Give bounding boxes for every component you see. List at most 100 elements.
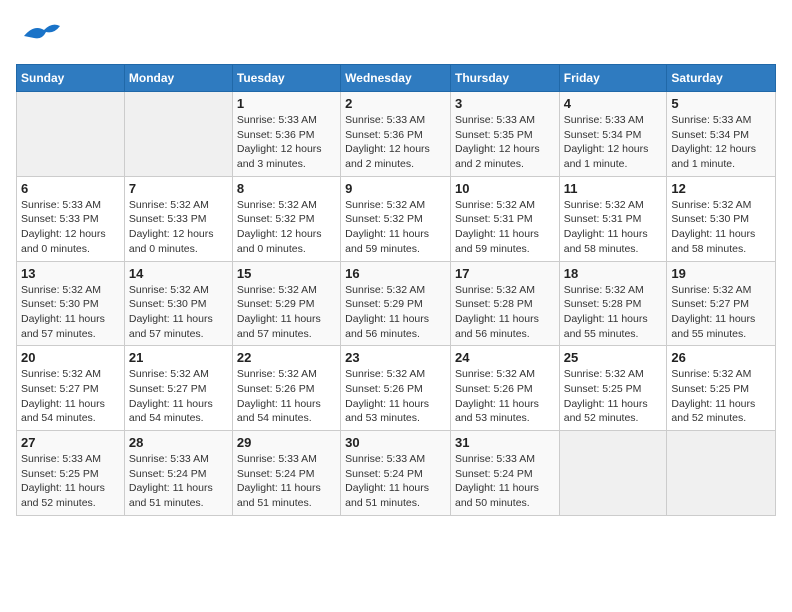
day-info: Sunrise: 5:33 AM Sunset: 5:35 PM Dayligh… (455, 113, 555, 172)
table-row: 24 Sunrise: 5:32 AM Sunset: 5:26 PM Dayli… (450, 346, 559, 431)
table-row: 22 Sunrise: 5:32 AM Sunset: 5:26 PM Dayli… (232, 346, 340, 431)
table-row: 19 Sunrise: 5:32 AM Sunset: 5:27 PM Dayli… (667, 261, 776, 346)
day-number: 30 (345, 435, 446, 450)
table-row: 29Sunrise: 5:33 AM Sunset: 5:24 PM Dayli… (232, 431, 340, 516)
day-info: Sunrise: 5:32 AM Sunset: 5:28 PM Dayligh… (455, 283, 555, 342)
col-saturday: Saturday (667, 65, 776, 92)
days-of-week-row: Sunday Monday Tuesday Wednesday Thursday… (17, 65, 776, 92)
day-info: Sunrise: 5:32 AM Sunset: 5:27 PM Dayligh… (671, 283, 771, 342)
day-info: Sunrise: 5:32 AM Sunset: 5:25 PM Dayligh… (671, 367, 771, 426)
day-number: 4 (564, 96, 663, 111)
day-info: Sunrise: 5:32 AM Sunset: 5:30 PM Dayligh… (21, 283, 120, 342)
table-row: 16 Sunrise: 5:32 AM Sunset: 5:29 PM Dayli… (341, 261, 451, 346)
day-number: 14 (129, 266, 228, 281)
day-number: 12 (671, 181, 771, 196)
table-row: 18 Sunrise: 5:32 AM Sunset: 5:28 PM Dayli… (559, 261, 667, 346)
day-number: 22 (237, 350, 336, 365)
col-sunday: Sunday (17, 65, 125, 92)
table-row: 20 Sunrise: 5:32 AM Sunset: 5:27 PM Dayli… (17, 346, 125, 431)
table-row: 3 Sunrise: 5:33 AM Sunset: 5:35 PM Daylig… (450, 92, 559, 177)
day-info: Sunrise: 5:32 AM Sunset: 5:26 PM Dayligh… (345, 367, 446, 426)
day-number: 19 (671, 266, 771, 281)
day-number: 1 (237, 96, 336, 111)
table-row: 6Sunrise: 5:33 AM Sunset: 5:33 PM Daylig… (17, 176, 125, 261)
day-info: Sunrise: 5:32 AM Sunset: 5:27 PM Dayligh… (129, 367, 228, 426)
week-row-4: 20 Sunrise: 5:32 AM Sunset: 5:27 PM Dayli… (17, 346, 776, 431)
page-header (16, 16, 776, 56)
day-number: 3 (455, 96, 555, 111)
table-row (559, 431, 667, 516)
day-number: 5 (671, 96, 771, 111)
table-row: 25Sunrise: 5:32 AM Sunset: 5:25 PM Dayli… (559, 346, 667, 431)
day-number: 24 (455, 350, 555, 365)
day-info: Sunrise: 5:33 AM Sunset: 5:24 PM Dayligh… (237, 452, 336, 511)
day-number: 8 (237, 181, 336, 196)
table-row: 8 Sunrise: 5:32 AM Sunset: 5:32 PM Daylig… (232, 176, 340, 261)
day-info: Sunrise: 5:33 AM Sunset: 5:34 PM Dayligh… (564, 113, 663, 172)
col-tuesday: Tuesday (232, 65, 340, 92)
calendar-header: Sunday Monday Tuesday Wednesday Thursday… (17, 65, 776, 92)
day-info: Sunrise: 5:32 AM Sunset: 5:30 PM Dayligh… (671, 198, 771, 257)
day-info: Sunrise: 5:33 AM Sunset: 5:36 PM Dayligh… (345, 113, 446, 172)
day-info: Sunrise: 5:32 AM Sunset: 5:27 PM Dayligh… (21, 367, 120, 426)
table-row: 23 Sunrise: 5:32 AM Sunset: 5:26 PM Dayli… (341, 346, 451, 431)
day-number: 18 (564, 266, 663, 281)
day-number: 9 (345, 181, 446, 196)
table-row: 5 Sunrise: 5:33 AM Sunset: 5:34 PM Daylig… (667, 92, 776, 177)
day-number: 11 (564, 181, 663, 196)
week-row-1: 1 Sunrise: 5:33 AM Sunset: 5:36 PM Daylig… (17, 92, 776, 177)
table-row (17, 92, 125, 177)
table-row: 13Sunrise: 5:32 AM Sunset: 5:30 PM Dayli… (17, 261, 125, 346)
day-info: Sunrise: 5:32 AM Sunset: 5:25 PM Dayligh… (564, 367, 663, 426)
table-row (124, 92, 232, 177)
day-number: 7 (129, 181, 228, 196)
table-row: 28 Sunrise: 5:33 AM Sunset: 5:24 PM Dayli… (124, 431, 232, 516)
col-friday: Friday (559, 65, 667, 92)
logo-icon (16, 16, 64, 56)
table-row: 27 Sunrise: 5:33 AM Sunset: 5:25 PM Dayli… (17, 431, 125, 516)
day-info: Sunrise: 5:32 AM Sunset: 5:33 PM Dayligh… (129, 198, 228, 257)
week-row-2: 6Sunrise: 5:33 AM Sunset: 5:33 PM Daylig… (17, 176, 776, 261)
table-row: 2 Sunrise: 5:33 AM Sunset: 5:36 PM Daylig… (341, 92, 451, 177)
day-info: Sunrise: 5:32 AM Sunset: 5:29 PM Dayligh… (345, 283, 446, 342)
logo (16, 16, 68, 56)
day-info: Sunrise: 5:32 AM Sunset: 5:32 PM Dayligh… (237, 198, 336, 257)
day-number: 16 (345, 266, 446, 281)
day-number: 23 (345, 350, 446, 365)
day-info: Sunrise: 5:32 AM Sunset: 5:26 PM Dayligh… (237, 367, 336, 426)
table-row: 31Sunrise: 5:33 AM Sunset: 5:24 PM Dayli… (450, 431, 559, 516)
day-number: 21 (129, 350, 228, 365)
table-row: 10 Sunrise: 5:32 AM Sunset: 5:31 PM Dayli… (450, 176, 559, 261)
day-info: Sunrise: 5:33 AM Sunset: 5:33 PM Dayligh… (21, 198, 120, 257)
day-info: Sunrise: 5:32 AM Sunset: 5:29 PM Dayligh… (237, 283, 336, 342)
day-info: Sunrise: 5:33 AM Sunset: 5:36 PM Dayligh… (237, 113, 336, 172)
day-info: Sunrise: 5:32 AM Sunset: 5:31 PM Dayligh… (455, 198, 555, 257)
table-row: 9 Sunrise: 5:32 AM Sunset: 5:32 PM Daylig… (341, 176, 451, 261)
table-row: 21 Sunrise: 5:32 AM Sunset: 5:27 PM Dayli… (124, 346, 232, 431)
day-number: 26 (671, 350, 771, 365)
day-info: Sunrise: 5:32 AM Sunset: 5:26 PM Dayligh… (455, 367, 555, 426)
table-row (667, 431, 776, 516)
day-info: Sunrise: 5:33 AM Sunset: 5:34 PM Dayligh… (671, 113, 771, 172)
day-info: Sunrise: 5:32 AM Sunset: 5:31 PM Dayligh… (564, 198, 663, 257)
day-info: Sunrise: 5:32 AM Sunset: 5:30 PM Dayligh… (129, 283, 228, 342)
day-number: 2 (345, 96, 446, 111)
day-number: 15 (237, 266, 336, 281)
day-info: Sunrise: 5:33 AM Sunset: 5:24 PM Dayligh… (455, 452, 555, 511)
day-number: 27 (21, 435, 120, 450)
day-number: 17 (455, 266, 555, 281)
table-row: 14 Sunrise: 5:32 AM Sunset: 5:30 PM Dayli… (124, 261, 232, 346)
day-info: Sunrise: 5:32 AM Sunset: 5:32 PM Dayligh… (345, 198, 446, 257)
day-number: 20 (21, 350, 120, 365)
week-row-5: 27 Sunrise: 5:33 AM Sunset: 5:25 PM Dayli… (17, 431, 776, 516)
day-info: Sunrise: 5:33 AM Sunset: 5:24 PM Dayligh… (129, 452, 228, 511)
day-number: 28 (129, 435, 228, 450)
day-number: 10 (455, 181, 555, 196)
col-monday: Monday (124, 65, 232, 92)
table-row: 1 Sunrise: 5:33 AM Sunset: 5:36 PM Daylig… (232, 92, 340, 177)
calendar-table: Sunday Monday Tuesday Wednesday Thursday… (16, 64, 776, 516)
col-thursday: Thursday (450, 65, 559, 92)
col-wednesday: Wednesday (341, 65, 451, 92)
day-info: Sunrise: 5:33 AM Sunset: 5:25 PM Dayligh… (21, 452, 120, 511)
day-info: Sunrise: 5:32 AM Sunset: 5:28 PM Dayligh… (564, 283, 663, 342)
